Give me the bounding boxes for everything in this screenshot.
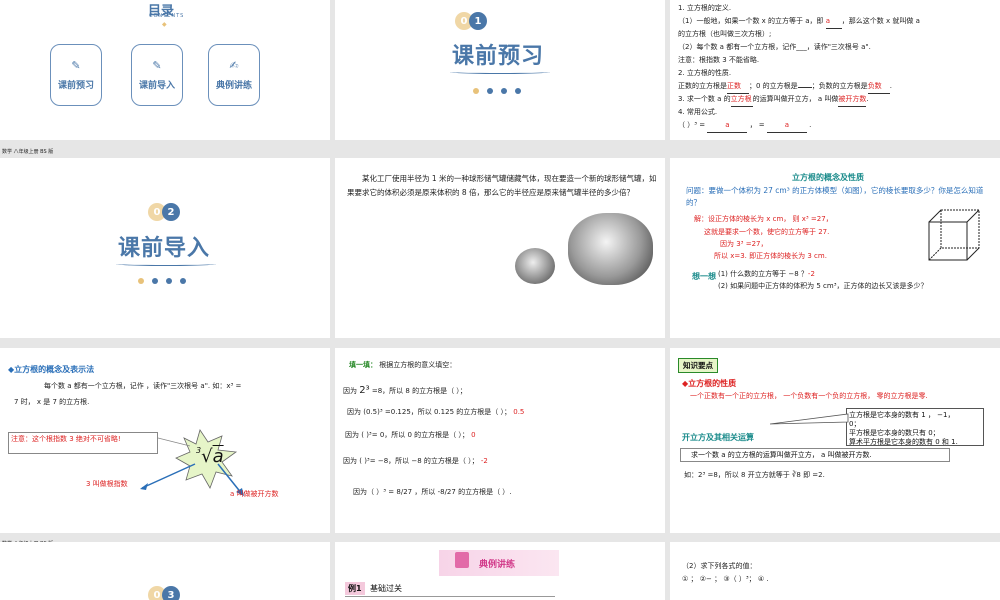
pencil-icon: ✎ [152,59,162,72]
problem-text: 某化工厂使用半径为 1 米的一种球形储气罐储藏气体，现在要造一个新的球形储气罐，… [347,174,657,197]
text-line: 3. 求一个数 a 的立方根的运算叫做开立方， a 叫做被开方数. [678,93,869,107]
text-line: （2）每个数 a 都有一个立方根，记作___，读作"三次根号 a". [678,43,871,51]
cube-root-symbol: 3√a [196,446,224,467]
nav-button-preview[interactable]: ✎ 课前预习 [50,44,102,106]
title-underline [116,262,216,266]
def-line-2: 7 时， x 是 7 的立方根. [14,398,90,406]
key-points-tag: 知识要点 [678,358,718,373]
slide-preview-notes[interactable]: 1. 立方根的定义. （1）一般地，如果一个数 x 的立方等于 a，即 a ，那么… [670,0,1000,140]
footer-text: 数学 八年级上册 BS 版 [2,149,54,155]
nav-label: 课前预习 [57,81,94,91]
solution-line: 所以 x=3. 即正方体的棱长为 3 cm. [714,252,827,260]
def-line-1: 每个数 a 都有一个立方根，记作 ，读作"三次根号 a". 如：x³ = [44,382,242,390]
operation-header: 开立方及其相关运算 [682,433,754,442]
dots [138,278,186,284]
fill-header: 填一填： 根据立方根的意义填空： [349,361,457,369]
slide-exercise[interactable]: （2）求下列各式的值： ① ； ②− ； ③（ ）³； ④ . [670,542,1000,600]
section-title: 课前预习 [452,44,545,69]
diamond-icon: ◆ [162,21,167,28]
cube-figure [928,209,980,261]
fill-row-5: 因为（ ）³ = 8/27 ，所以 -8/27 的立方根是（ ）. [353,488,512,496]
slide-example[interactable]: 典例讲练 例1 基础过关 [335,542,665,600]
property-text: 一个正数有一个正的立方根， 一个负数有一个负的立方根， 零的立方根是零. [690,392,928,400]
callout-box: 立方根是它本身的数有 1 ， −1， 0； 平方根是它本身的数只有 0； 算术平方根是… [846,408,984,446]
text-line: 的立方根（也叫做三次方根）; [678,30,772,38]
definition-box: 求一个数 a 的立方根的运算叫做开立方， a 叫做被开方数. [680,448,950,462]
text-line: （ ）³ = a ， = a . [678,119,811,133]
slide-notation[interactable]: ◆立方根的概念及表示法 每个数 a 都有一个立方根，记作 ，读作"三次根号 a"… [0,348,330,533]
tank-image-large [568,213,653,285]
text-line: （1）一般地，如果一个数 x 的立方等于 a，即 a ，那么这个数 x 就叫做 a [678,15,920,29]
index-label: 3 叫做根指数 [86,480,128,488]
section-num-badge: 1 [469,12,487,30]
slide-gas-tank[interactable]: 某化工厂使用半径为 1 米的一种球形储气罐储藏气体，现在要造一个新的球形储气罐，… [335,158,665,338]
example-label: 基础过关 [370,584,402,593]
section-num-badge: 2 [162,203,180,221]
nav-button-intro[interactable]: ✎ 课前导入 [131,44,183,106]
think-label: 想一想 [692,272,716,281]
edit-icon: ✍ [229,59,239,72]
fill-row-3: 因为 ( )³= 0，所以 0 的立方根是（ ）； 0 [345,431,476,439]
solution-line: 解：设正方体的棱长为 x cm， 则 x³ =27， [694,215,833,223]
divider [345,596,555,597]
slide-cube-problem[interactable]: 立方根的概念及性质 问题：要做一个体积为 27 cm³ 的正方体模型（如图），它… [670,158,1000,338]
contents-subtitle: CONTENTS [149,13,185,19]
text-line: 4. 常用公式. [678,108,718,116]
slide-fill-in[interactable]: 填一填： 根据立方根的意义填空： 因为 2³ =8，所以 8 的立方根是（ ）；… [335,348,665,533]
slide-contents[interactable]: 目录 CONTENTS ◆ ✎ 课前预习 ✎ 课前导入 ✍ 典例讲练 [0,0,330,140]
nav-label: 课前导入 [138,81,175,91]
banner-title: 典例讲练 [479,560,516,570]
slide-header: 立方根的概念及性质 [792,173,864,182]
pencil-cup-icon [455,552,469,568]
text-line: 注意：根指数 3 不能省略. [678,56,760,64]
fill-row-2: 因为 (0.5)³ =0.125，所以 0.125 的立方根是（ ）； 0.5 [347,408,525,416]
slide-section-examples[interactable]: 0 3 [0,542,330,600]
think-q2: (2) 如果问题中正方体的体积为 5 cm³，正方体的边长又该是多少？ [718,282,928,290]
pencil-icon: ✎ [71,59,81,72]
slide-section-intro[interactable]: 0 2 课前导入 [0,158,330,338]
exercise-heading: （2）求下列各式的值： [682,562,757,570]
title-underline [450,70,550,74]
slide-key-points[interactable]: 知识要点 ◆立方根的性质 一个正数有一个正的立方根， 一个负数有一个负的立方根，… [670,348,1000,533]
example-text: 如：2³ =8，所以 8 开立方就等于 ∛8 即 =2. [684,471,825,479]
section-num-badge: 3 [162,586,180,600]
tank-image-small [515,248,555,284]
dots [473,88,521,94]
nav-button-examples[interactable]: ✍ 典例讲练 [208,44,260,106]
section-title: 课前导入 [118,236,211,261]
example-tag: 例1 [345,582,365,595]
exercise-items: ① ； ②− ； ③（ ）³； ④ . [682,575,769,583]
fill-row-4: 因为 ( )³= −8，所以 −8 的立方根是（ ）； -2 [343,457,488,465]
text-line: 正数的立方根是正数 ；0 的立方根是 ；负数的立方根是负数. [678,80,892,94]
slide-header: ◆立方根的概念及表示法 [8,365,95,374]
property-header: ◆立方根的性质 [682,379,737,388]
nav-label: 典例讲练 [215,81,252,91]
text-line: 2. 立方根的性质. [678,69,732,77]
radicand-label: a 叫做被开方数 [230,490,279,498]
text-line: 1. 立方根的定义. [678,4,732,12]
fill-row-1: 因为 2³ =8，所以 8 的立方根是（ ）； [343,385,467,396]
callout-pointer [770,413,849,425]
slide-section-preview[interactable]: 0 1 课前预习 [335,0,665,140]
